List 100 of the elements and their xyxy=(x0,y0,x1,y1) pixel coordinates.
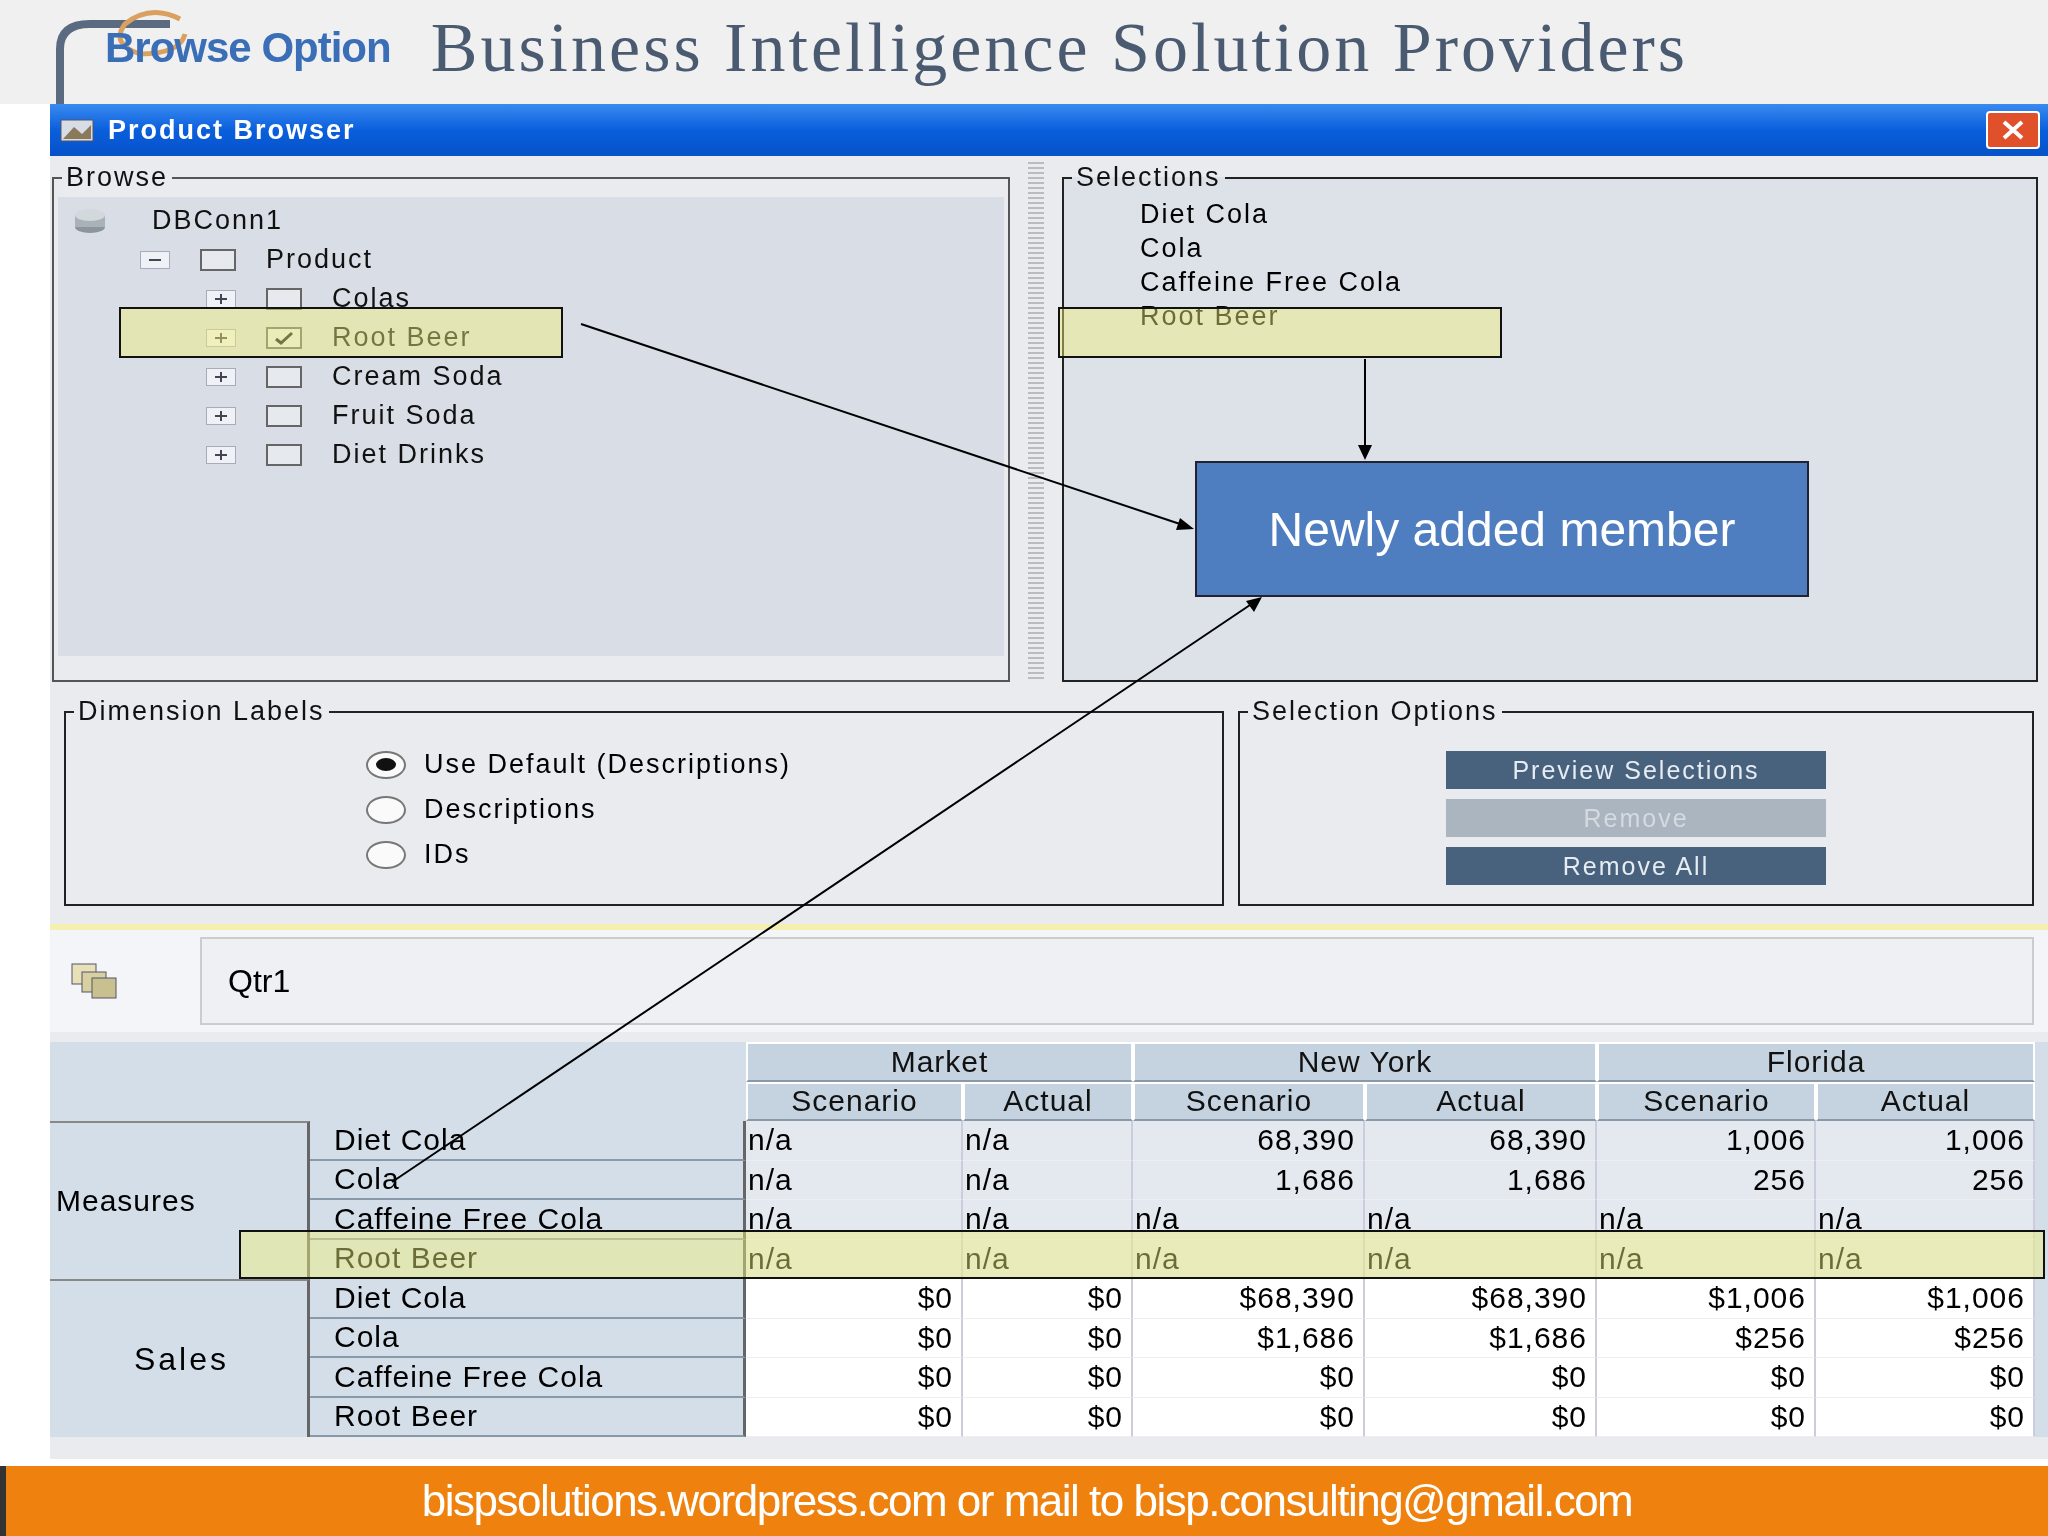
table-cell: n/a xyxy=(746,1121,963,1161)
callout-box: Newly added member xyxy=(1195,461,1809,597)
table-cell: $0 xyxy=(1816,1397,2035,1437)
documents-icon xyxy=(70,962,118,1000)
column-group-header: Florida xyxy=(1597,1042,2035,1082)
checkbox[interactable] xyxy=(266,365,302,388)
selection-item[interactable]: Cola xyxy=(1140,231,2036,265)
radio-label[interactable]: Use Default (Descriptions) xyxy=(424,749,792,780)
table-cell: 1,686 xyxy=(1365,1160,1597,1200)
table-cell: $1,686 xyxy=(1365,1318,1597,1358)
table-cell: n/a xyxy=(1597,1239,1816,1279)
action-button[interactable]: Remove All xyxy=(1446,847,1826,885)
table-cell: $0 xyxy=(1133,1397,1365,1437)
table-cell: n/a xyxy=(1365,1239,1597,1279)
table-cell: $0 xyxy=(1133,1358,1365,1398)
table-cell: $0 xyxy=(746,1358,963,1398)
table-cell: $256 xyxy=(1816,1318,2035,1358)
expand-icon[interactable] xyxy=(206,367,236,386)
row-header: Diet Cola xyxy=(310,1279,746,1319)
table-cell: $0 xyxy=(746,1318,963,1358)
table-cell: $0 xyxy=(963,1318,1133,1358)
table-cell: $0 xyxy=(963,1358,1133,1398)
window-icon xyxy=(60,117,94,143)
column-header: Scenario xyxy=(746,1081,963,1121)
selection-item[interactable]: Caffeine Free Cola xyxy=(1140,265,2036,299)
selection-item[interactable]: Diet Cola xyxy=(1140,197,2036,231)
row-header: Caffeine Free Cola xyxy=(310,1358,746,1398)
collapse-icon[interactable] xyxy=(140,250,170,269)
tree-item[interactable]: Cream Soda xyxy=(332,361,504,392)
table-cell: 256 xyxy=(1816,1160,2035,1200)
table-cell: 68,390 xyxy=(1133,1121,1365,1161)
column-header: Actual xyxy=(1365,1081,1597,1121)
checkmark-icon xyxy=(272,329,296,346)
table-cell: n/a xyxy=(1597,1200,1816,1240)
table-cell: $256 xyxy=(1597,1318,1816,1358)
expand-icon[interactable] xyxy=(206,289,236,308)
table-cell: n/a xyxy=(963,1239,1133,1279)
column-header: Actual xyxy=(1816,1081,2035,1121)
panel-title: Selections xyxy=(1075,162,1222,193)
tree-item[interactable]: Product xyxy=(266,244,374,275)
table-cell: 1,006 xyxy=(1816,1121,2035,1161)
table-cell: n/a xyxy=(746,1200,963,1240)
row-header: Cola xyxy=(310,1160,746,1200)
table-cell: $1,006 xyxy=(1597,1279,1816,1319)
checkbox[interactable] xyxy=(266,287,302,310)
column-header: Scenario xyxy=(1133,1081,1365,1121)
table-cell: $0 xyxy=(746,1279,963,1319)
panel-title: Selection Options xyxy=(1251,696,1499,727)
pov-field[interactable]: Qtr1 xyxy=(200,937,2034,1025)
slide-title: Business Intelligence Solution Providers xyxy=(430,8,1689,88)
action-button[interactable]: Preview Selections xyxy=(1446,751,1826,789)
table-cell: n/a xyxy=(746,1160,963,1200)
table-cell: 68,390 xyxy=(1365,1121,1597,1161)
table-cell: $0 xyxy=(963,1279,1133,1319)
table-cell: 1,686 xyxy=(1133,1160,1365,1200)
panel-title: Dimension Labels xyxy=(77,696,326,727)
radio-button[interactable] xyxy=(366,795,406,824)
checkbox[interactable] xyxy=(266,443,302,466)
tree-item[interactable]: Diet Drinks xyxy=(332,439,487,470)
table-cell: $0 xyxy=(1816,1358,2035,1398)
database-icon xyxy=(74,207,106,234)
table-cell: $68,390 xyxy=(1365,1279,1597,1319)
radio-button[interactable] xyxy=(366,840,406,869)
radio-label[interactable]: Descriptions xyxy=(424,794,597,825)
row-header: Cola xyxy=(310,1318,746,1358)
table-cell: n/a xyxy=(963,1160,1133,1200)
checkbox[interactable] xyxy=(200,248,236,271)
row-group-header: Measures xyxy=(50,1121,310,1279)
radio-button[interactable] xyxy=(366,750,406,779)
table-cell: n/a xyxy=(963,1200,1133,1240)
table-cell: $68,390 xyxy=(1133,1279,1365,1319)
panel-title: Browse xyxy=(65,162,170,193)
slide-subtitle: Browse Option xyxy=(105,24,391,72)
expand-icon[interactable] xyxy=(206,445,236,464)
table-cell: $0 xyxy=(746,1397,963,1437)
column-header: Scenario xyxy=(1597,1081,1816,1121)
checkbox[interactable] xyxy=(266,404,302,427)
row-header: Root Beer xyxy=(310,1397,746,1437)
table-cell: n/a xyxy=(1816,1200,2035,1240)
close-button[interactable] xyxy=(1986,111,2040,149)
table-cell: n/a xyxy=(746,1239,963,1279)
table-cell: $0 xyxy=(1597,1397,1816,1437)
expand-icon[interactable] xyxy=(206,406,236,425)
checkbox[interactable] xyxy=(266,326,302,349)
tree-item[interactable]: Colas xyxy=(332,283,412,314)
table-cell: n/a xyxy=(1365,1200,1597,1240)
table-cell: $0 xyxy=(963,1397,1133,1437)
radio-label[interactable]: IDs xyxy=(424,839,471,870)
table-cell: $0 xyxy=(1365,1358,1597,1398)
table-cell: n/a xyxy=(1816,1239,2035,1279)
row-group-header: Sales xyxy=(50,1279,310,1437)
row-header: Caffeine Free Cola xyxy=(310,1200,746,1240)
tree-item[interactable]: Fruit Soda xyxy=(332,400,477,431)
column-header: Actual xyxy=(963,1081,1133,1121)
table-cell: n/a xyxy=(1133,1239,1365,1279)
tree-item[interactable]: DBConn1 xyxy=(152,205,284,236)
window-title: Product Browser xyxy=(108,114,357,146)
footer-text: bispsolutions.wordpress.com or mail to bisp.consulting@gmail.com xyxy=(421,1476,1633,1526)
table-cell: $0 xyxy=(1597,1358,1816,1398)
tree-item[interactable]: Root Beer xyxy=(332,322,472,353)
